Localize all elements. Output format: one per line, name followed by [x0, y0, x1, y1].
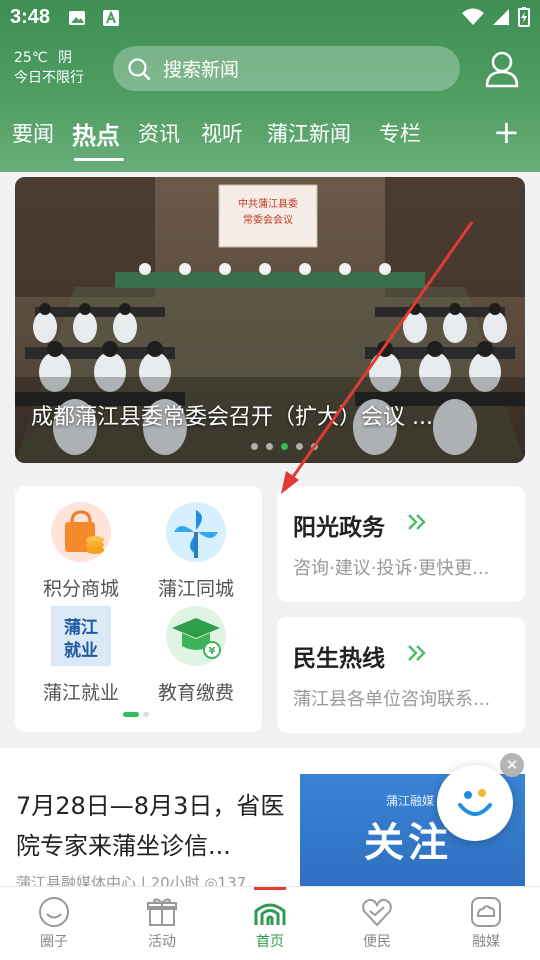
banner-sign-line1: 中共蒲江县委 — [238, 197, 298, 210]
double-chevron-right-icon — [408, 645, 426, 661]
carousel-dot — [266, 443, 273, 450]
tab-zhuanlan[interactable]: 专栏 — [379, 118, 421, 148]
nav-home[interactable]: 首页 — [230, 895, 310, 951]
service-label: 积分商城 — [42, 578, 119, 600]
livelihood-hotline-card[interactable]: 民生热线 蒲江县各单位咨询联系... — [277, 617, 525, 733]
banner-sign-line2: 常委会会议 — [243, 213, 293, 226]
yen-symbol: ¥ — [209, 646, 216, 657]
tab-pujiang-news[interactable]: 蒲江新闻 — [267, 118, 351, 148]
service-points-mall[interactable]: 积分商城 — [21, 502, 141, 601]
card-title: 民生热线 — [293, 646, 385, 672]
tab-yaowen[interactable]: 要闻 — [12, 118, 54, 148]
profile-icon[interactable] — [484, 50, 520, 88]
heart-hand-icon — [362, 898, 392, 927]
status-time: 3:48 — [10, 6, 51, 28]
sunshine-governance-card[interactable]: 阳光政务 咨询·建议·投诉·更快更... — [277, 486, 525, 602]
app-notification-icon — [103, 10, 119, 26]
gift-icon — [147, 898, 177, 926]
nav-label: 首页 — [256, 934, 284, 950]
tab-zixun[interactable]: 资讯 — [138, 118, 180, 148]
signal-icon — [493, 9, 509, 25]
grid-page-indicator — [123, 712, 149, 717]
tab-shiting[interactable]: 视听 — [201, 118, 243, 148]
search-icon — [128, 57, 151, 80]
shopping-bag-icon — [51, 502, 111, 562]
card-subtitle: 蒲江县各单位咨询联系... — [293, 689, 491, 710]
card-title: 阳光政务 — [293, 515, 385, 541]
wifi-icon — [462, 8, 484, 25]
carousel-dot-active — [281, 443, 288, 450]
thumb-small-text: 蒲江融媒 — [386, 794, 435, 808]
double-chevron-right-icon — [408, 514, 426, 530]
pinwheel-icon — [166, 502, 226, 562]
jobs-logo-line2: 就业 — [64, 640, 98, 661]
weather-condition: 阴 — [58, 50, 72, 66]
bottom-navigation: 圈子 活动 首页 便民 融媒 — [0, 886, 540, 960]
search-box[interactable]: 搜索新闻 — [113, 46, 460, 91]
banner-caption: 成都蒲江县委常委会召开（扩大）会议 ... — [31, 405, 433, 430]
news-title: 7月28日—8月3日，省医院专家来蒲坐诊信... — [16, 792, 285, 860]
carousel-dot — [251, 443, 258, 450]
nav-label: 便民 — [363, 934, 391, 950]
nav-active-indicator — [254, 887, 286, 890]
status-bar: 3:48 — [0, 0, 540, 36]
carousel-dot — [311, 443, 318, 450]
card-subtitle: 咨询·建议·投诉·更快更... — [293, 558, 490, 579]
weather-temp: 25℃ — [14, 50, 48, 66]
page-indicator-active — [123, 712, 139, 717]
nav-activity[interactable]: 活动 — [122, 895, 202, 951]
jobs-logo-line1: 蒲江 — [64, 618, 98, 638]
home-logo-icon — [254, 903, 286, 925]
nav-media[interactable]: 融媒 — [446, 895, 526, 951]
media-icon — [471, 897, 501, 927]
carousel-dots — [251, 443, 318, 450]
service-pujiang-tongcheng[interactable]: 蒲江同城 — [136, 502, 256, 601]
weather-widget[interactable]: 25℃ 阴 今日不限行 — [14, 48, 84, 88]
image-icon — [69, 11, 85, 25]
nav-label: 圈子 — [40, 934, 68, 950]
service-label: 蒲江就业 — [42, 682, 119, 704]
banner-carousel[interactable]: 中共蒲江县委 常委会会议 成都蒲江县委常委会召开（扩大）会议 ... — [15, 177, 525, 463]
carousel-dot — [296, 443, 303, 450]
tab-redian[interactable]: 热点 — [72, 116, 120, 151]
nav-label: 活动 — [148, 934, 176, 950]
service-label: 教育缴费 — [157, 682, 234, 704]
channel-tabs: 要闻 热点 资讯 视听 蒲江新闻 专栏 + — [0, 114, 540, 164]
service-grid: 积分商城 蒲江同城 蒲江 就业 蒲江就业 ¥ 教育缴费 — [15, 486, 262, 732]
battery-icon — [518, 7, 530, 27]
active-tab-indicator — [74, 158, 124, 161]
header: 3:48 25℃ 阴 今日不限行 搜索新闻 要闻 热点 资讯 视听 蒲江新闻 专… — [0, 0, 540, 172]
search-placeholder: 搜索新闻 — [163, 59, 240, 81]
page-indicator — [143, 712, 149, 717]
graduation-cap-icon: ¥ — [166, 606, 226, 666]
nav-convenience[interactable]: 便民 — [337, 895, 417, 951]
employment-logo-icon: 蒲江 就业 — [51, 606, 111, 666]
service-education-payment[interactable]: ¥ 教育缴费 — [136, 606, 256, 705]
smiley-icon — [458, 789, 492, 816]
traffic-restriction: 今日不限行 — [14, 70, 84, 86]
service-label: 蒲江同城 — [157, 578, 234, 600]
service-pujiang-jobs[interactable]: 蒲江 就业 蒲江就业 — [21, 606, 141, 705]
status-right — [462, 7, 530, 27]
circle-smile-icon — [39, 897, 69, 927]
add-channel-icon[interactable]: + — [493, 114, 520, 150]
nav-label: 融媒 — [472, 934, 500, 950]
assistant-button[interactable] — [437, 765, 513, 841]
weather-line: 25℃ 阴 — [14, 48, 84, 68]
nav-circle[interactable]: 圈子 — [14, 895, 94, 951]
